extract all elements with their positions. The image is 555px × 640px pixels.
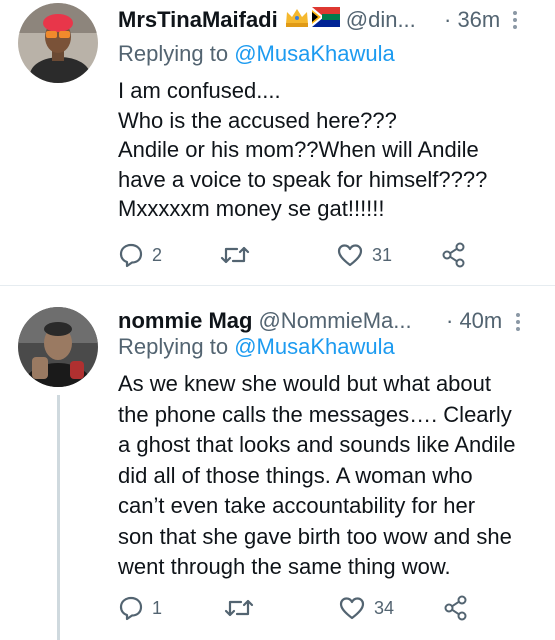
like-button[interactable]: 31: [336, 242, 392, 268]
reply-count: 2: [152, 244, 163, 265]
tweet-card[interactable]: MrsTinaMaifadi @din... · 36m Replying to…: [0, 0, 555, 286]
tweet-text-line: Mxxxxxm money se gat!!!!!!: [118, 196, 385, 221]
tweet-text-line: As we knew she would but what about: [118, 371, 492, 396]
heart-outline-icon: [336, 242, 364, 268]
action-bar: 2 31: [118, 240, 518, 270]
tweet-text-line: have a voice to speak for himself????: [118, 166, 488, 192]
like-count: 31: [372, 244, 393, 265]
action-bar: 1 34: [118, 593, 518, 623]
timestamp[interactable]: · 40m: [446, 308, 502, 334]
crown-emoji-icon: [284, 6, 310, 34]
replying-to: Replying to @MusaKhawula: [118, 334, 395, 360]
replying-to-label: Replying to: [118, 334, 229, 359]
share-button[interactable]: [440, 241, 468, 269]
avatar[interactable]: [18, 3, 98, 83]
speech-bubble-icon: [118, 242, 144, 268]
retweet-button[interactable]: [224, 595, 262, 621]
user-handle[interactable]: @din...: [346, 7, 416, 33]
tweet-text-line: Who is the accused here???: [118, 107, 397, 133]
retweet-button[interactable]: [220, 242, 258, 268]
vertical-ellipsis-icon[interactable]: [513, 11, 519, 32]
like-count: 34: [374, 597, 395, 618]
reply-count: 1: [152, 597, 163, 618]
replying-to: Replying to @MusaKhawula: [118, 41, 395, 67]
tweet-text: As we knew she would but what about the …: [118, 369, 538, 583]
mention-link[interactable]: @MusaKhawula: [234, 334, 395, 359]
mention-link[interactable]: @MusaKhawula: [234, 41, 395, 66]
display-name[interactable]: nommie Mag: [118, 308, 252, 334]
tweet-text: I am confused.... Who is the accused her…: [118, 76, 538, 224]
tweet-text-line: son that she gave birth too wow and she: [118, 523, 512, 549]
share-nodes-icon: [442, 594, 470, 622]
tweet-card[interactable]: nommie Mag @NommieMa... · 40m Replying t…: [0, 287, 555, 640]
name-badges: [284, 6, 340, 34]
heart-outline-icon: [338, 595, 366, 621]
like-button[interactable]: 34: [338, 595, 394, 621]
speech-bubble-icon: [118, 595, 144, 621]
tweet-header: MrsTinaMaifadi @din... · 36m: [118, 3, 517, 37]
reply-button[interactable]: 1: [118, 595, 162, 621]
thread-line: [57, 395, 60, 640]
user-handle[interactable]: @NommieMa...: [258, 308, 411, 334]
vertical-ellipsis-icon[interactable]: [516, 313, 522, 334]
retweet-arrows-icon: [220, 242, 250, 268]
display-name[interactable]: MrsTinaMaifadi: [118, 7, 278, 33]
tweet-text-line: went through the same thing wow.: [118, 554, 451, 579]
tweet-text-line: the phone calls the messages…. Clearly: [118, 401, 512, 427]
tweet-text-line: I am confused....: [118, 78, 281, 103]
retweet-arrows-icon: [224, 595, 254, 621]
reply-button[interactable]: 2: [118, 242, 162, 268]
share-button[interactable]: [442, 594, 470, 622]
replying-to-label: Replying to: [118, 41, 229, 66]
avatar[interactable]: [18, 307, 98, 387]
tweet-text-line: can’t even take accountability for her: [118, 493, 476, 518]
tweet-text-line: did all of those things. A woman who: [118, 462, 473, 488]
timestamp[interactable]: · 36m: [444, 7, 500, 33]
south-africa-flag-icon: [311, 7, 340, 33]
share-nodes-icon: [440, 241, 468, 269]
tweet-text-line: a ghost that looks and sounds like Andil…: [118, 432, 516, 457]
tweet-text-line: Andile or his mom??When will Andile: [118, 137, 479, 162]
tweet-header: nommie Mag @NommieMa... · 40m: [118, 304, 520, 338]
